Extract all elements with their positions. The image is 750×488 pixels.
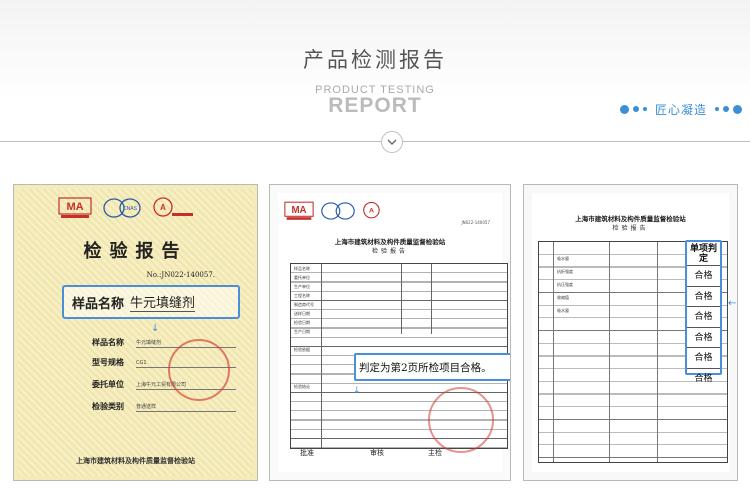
section-divider [0,141,750,142]
table-cell: 吸水量 [556,256,570,262]
judgement-cell: 合格 [687,307,720,328]
report-page1-paper: MA A JN022-140057 上海市建筑材料及构件质量监督检验站 检验报告… [278,193,510,472]
table-cell: 吸水量 [556,308,570,314]
svg-text:MA: MA [291,205,306,216]
table-cell: 生产单位 [293,284,311,290]
table-cell: 样品名称 [293,266,311,272]
table-col-line [431,264,432,334]
judgement-cell: 合格 [687,266,720,287]
page-title: 产品检测报告 [303,48,447,72]
conclusion-text: 判定为第2页所检项目合格。 [359,361,492,374]
arrow-down-icon: ↓ [151,323,160,334]
dot-medium-icon [723,106,729,112]
table-cell: 委托单位 [293,275,311,281]
conclusion-highlight: 判定为第2页所检项目合格。 [354,353,510,381]
svg-text:MA: MA [66,201,83,213]
judgement-header: 单项判定 [687,242,720,266]
svg-text:CNAS: CNAS [123,206,138,212]
dot-small-icon [642,107,647,111]
report-number: No.:JN022-140057. [146,271,215,279]
judgement-cell: 合格 [694,373,713,384]
judgement-highlight: 单项判定 合格 合格 合格 合格 合格 合格 [685,240,722,384]
ma-logo-icon: MA [58,197,92,218]
table-col-line [609,242,610,462]
report-page1-subheader: 检验报告 [371,248,408,255]
svg-text:A: A [369,208,374,215]
dot-small-icon [715,107,719,111]
table-cell: 抗压强度 [556,282,574,288]
cal-logo-icon: A [363,201,380,219]
certificate-cover-card[interactable]: MA CNAS A 检验报告 No.:JN022-140057. 样品名称 牛元… [13,184,258,481]
cert-row: 检验类别 普通送样 [92,401,236,412]
table-cell: 抗折强度 [556,269,574,275]
report-logos: MA A [284,201,398,221]
report-page1-number: JN022-140057 [461,220,490,225]
cnas-logo-icon: CNAS [103,198,141,218]
official-seal [168,339,230,401]
table-cell: 制造商代号 [293,302,315,308]
dot-large-icon [619,104,629,114]
table-col-line [401,264,402,334]
table-cell: 检验结论 [293,384,311,390]
cal-logo-icon: A [153,197,193,217]
cnas-logo-icon [321,202,355,220]
table-cell: 送样日期 [293,311,311,317]
arrow-left-icon: ← [728,298,737,309]
judgement-cell: 合格 [687,348,720,369]
sample-name-highlight: 样品名称 牛元填缝剂 [62,285,240,319]
certificate-title: 检验报告 [83,241,188,262]
signature-approve: 批准 [300,449,314,457]
slogan: 匠心凝造 [619,102,742,117]
arrow-down-icon: ↓ [353,386,361,396]
table-cell: 工程名称 [293,293,311,299]
table-cell: 检验日期 [293,320,311,326]
official-seal [428,387,494,453]
report-page1-header: 上海市建筑材料及构件质量监督检验站 [334,238,446,246]
judgement-cell: 合格 [687,287,720,307]
report-page2-card[interactable]: 上海市建筑材料及构件质量监督检验站 检验报告 吸水量 抗折强度 抗压强度 收缩值… [523,184,738,481]
certificate-paper: MA CNAS A 检验报告 No.:JN022-140057. 样品名称 牛元… [18,189,253,476]
scroll-down-button[interactable] [381,131,403,153]
slogan-label: 匠心凝造 [654,102,707,117]
cert-row-label: 型号规格 [92,357,124,367]
report-page1-card[interactable]: MA A JN022-140057 上海市建筑材料及构件质量监督检验站 检验报告… [269,184,511,481]
sample-name-value: 牛元填缝剂 [130,292,196,312]
report-page2-header: 上海市建筑材料及构件质量监督检验站 [575,215,686,223]
judgement-cell: 合格 [687,328,720,348]
cert-logos: MA CNAS A [58,197,194,219]
report-page2-subheader: 检验报告 [612,225,649,232]
report-page2-paper: 上海市建筑材料及构件质量监督检验站 检验报告 吸水量 抗折强度 抗压强度 收缩值… [532,193,736,472]
table-col-line [321,264,322,448]
signature-review: 审核 [370,449,384,457]
svg-text:A: A [160,203,166,212]
dot-medium-icon [632,106,639,112]
chevron-down-icon [387,139,397,145]
cert-row-label: 检验类别 [92,401,124,411]
table-cell: 生产日期 [293,329,311,335]
signature-inspector: 主检 [428,449,442,457]
table-col-line [553,242,554,462]
table-cell: 收缩值 [556,295,570,301]
ma-logo-icon: MA [284,201,314,220]
dot-large-icon [733,104,742,114]
sample-name-label: 样品名称 [72,296,125,312]
cert-row-label: 样品名称 [92,337,124,347]
certificate-footer: 上海市建筑材料及构件质量监督检验站 [76,456,195,465]
table-cell: 检验依据 [293,347,311,353]
cert-row-value: 普通送样 [136,403,236,412]
table-col-line [657,242,658,462]
cert-row-label: 委托单位 [92,379,124,389]
